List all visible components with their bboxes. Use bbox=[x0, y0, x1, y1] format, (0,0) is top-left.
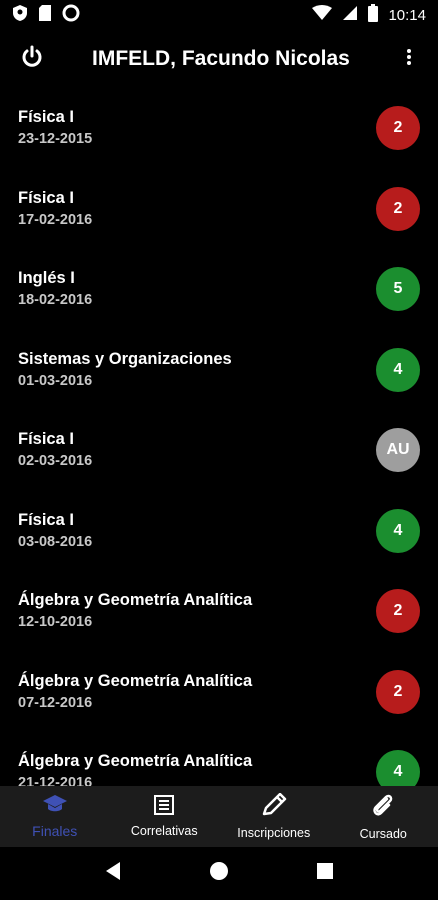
list-item[interactable]: Inglés I 18-02-2016 5 bbox=[0, 249, 438, 330]
tab-label: Finales bbox=[32, 823, 78, 839]
list-item[interactable]: Física I 02-03-2016 AU bbox=[0, 410, 438, 491]
exam-date: 03-08-2016 bbox=[18, 533, 93, 550]
list-item[interactable]: Álgebra y Geometría Analítica 07-12-2016… bbox=[0, 652, 438, 733]
list-item[interactable]: Física I 03-08-2016 4 bbox=[0, 491, 438, 572]
item-text: Inglés I 18-02-2016 bbox=[18, 267, 92, 311]
cell-signal-icon bbox=[342, 5, 358, 26]
exam-date: 17-02-2016 bbox=[18, 211, 93, 228]
pencil-icon bbox=[261, 792, 287, 822]
back-triangle-icon bbox=[104, 862, 122, 885]
home-button[interactable] bbox=[209, 861, 229, 886]
exam-date: 01-03-2016 bbox=[18, 372, 93, 389]
subject-name: Álgebra y Geometría Analítica bbox=[18, 752, 253, 771]
subject-name: Sistemas y Organizaciones bbox=[18, 349, 232, 368]
battery-icon bbox=[368, 3, 379, 27]
tab-correlativas[interactable]: Correlativas bbox=[110, 786, 220, 847]
item-text: Física I 23-12-2015 bbox=[18, 106, 92, 150]
bottom-navigation: Finales Correlativas Inscripciones Cursa… bbox=[0, 786, 438, 847]
subject-name: Física I bbox=[18, 108, 74, 127]
paperclip-icon bbox=[371, 792, 395, 823]
subject-name: Álgebra y Geometría Analítica bbox=[18, 591, 253, 610]
graduation-cap-icon bbox=[42, 794, 68, 819]
grade-badge: 2 bbox=[376, 186, 420, 231]
list-table-icon bbox=[154, 795, 175, 820]
tab-inscripciones[interactable]: Inscripciones bbox=[219, 786, 329, 847]
app-bar: IMFELD, Facundo Nicolas bbox=[0, 30, 438, 88]
status-time: 10:14 bbox=[388, 6, 426, 24]
recents-button[interactable] bbox=[316, 862, 334, 885]
exam-date: 18-02-2016 bbox=[18, 292, 93, 309]
item-text: Álgebra y Geometría Analítica 12-10-2016 bbox=[18, 589, 252, 633]
logout-button[interactable] bbox=[12, 39, 52, 79]
grade-badge: 5 bbox=[376, 267, 420, 312]
sd-card-icon bbox=[38, 4, 52, 27]
overflow-menu-button[interactable] bbox=[394, 39, 424, 79]
grade-badge: AU bbox=[376, 428, 420, 473]
recents-square-icon bbox=[316, 863, 334, 884]
grade-badge: 2 bbox=[376, 106, 420, 151]
shield-icon bbox=[12, 4, 28, 27]
exam-date: 12-10-2016 bbox=[18, 614, 93, 631]
sync-circle-icon bbox=[62, 4, 80, 27]
list-item[interactable]: Álgebra y Geometría Analítica 12-10-2016… bbox=[0, 571, 438, 652]
wifi-icon bbox=[312, 4, 333, 26]
exam-date: 02-03-2016 bbox=[18, 453, 93, 470]
subject-name: Física I bbox=[18, 188, 74, 207]
subject-name: Inglés I bbox=[18, 269, 75, 288]
item-text: Física I 03-08-2016 bbox=[18, 509, 92, 553]
grade-badge: 2 bbox=[376, 589, 420, 634]
subject-name: Física I bbox=[18, 510, 74, 529]
item-text: Física I 17-02-2016 bbox=[18, 187, 92, 231]
tab-cursado[interactable]: Cursado bbox=[329, 786, 438, 847]
exam-date: 21-12-2016 bbox=[18, 775, 93, 786]
status-bar: 10:14 bbox=[0, 0, 438, 30]
grade-badge: 4 bbox=[376, 750, 420, 786]
system-navigation-bar bbox=[0, 847, 438, 900]
tab-label: Inscripciones bbox=[237, 826, 311, 840]
tab-label: Cursado bbox=[359, 827, 407, 841]
grade-badge: 4 bbox=[376, 508, 420, 553]
subject-name: Física I bbox=[18, 430, 74, 449]
item-text: Sistemas y Organizaciones 01-03-2016 bbox=[18, 348, 232, 392]
page-title: IMFELD, Facundo Nicolas bbox=[92, 47, 350, 70]
status-right-icons: 10:14 bbox=[312, 3, 426, 27]
finals-list[interactable]: Física I 23-12-2015 2 Física I 17-02-201… bbox=[0, 88, 438, 786]
exam-date: 23-12-2015 bbox=[18, 131, 93, 148]
power-icon bbox=[20, 45, 44, 74]
back-button[interactable] bbox=[104, 861, 122, 886]
item-text: Álgebra y Geometría Analítica 21-12-2016 bbox=[18, 750, 252, 786]
home-circle-icon bbox=[209, 862, 229, 885]
exam-date: 07-12-2016 bbox=[18, 694, 93, 711]
list-item[interactable]: Álgebra y Geometría Analítica 21-12-2016… bbox=[0, 732, 438, 786]
more-vertical-icon bbox=[406, 48, 412, 70]
list-item[interactable]: Física I 23-12-2015 2 bbox=[0, 88, 438, 169]
item-text: Física I 02-03-2016 bbox=[18, 428, 92, 472]
grade-badge: 2 bbox=[376, 669, 420, 714]
tab-finales[interactable]: Finales bbox=[0, 786, 110, 847]
subject-name: Álgebra y Geometría Analítica bbox=[18, 671, 253, 690]
status-left-icons bbox=[12, 4, 80, 27]
tab-label: Correlativas bbox=[130, 824, 198, 838]
grade-badge: 4 bbox=[376, 347, 420, 392]
item-text: Álgebra y Geometría Analítica 07-12-2016 bbox=[18, 670, 252, 714]
list-item[interactable]: Física I 17-02-2016 2 bbox=[0, 169, 438, 250]
list-item[interactable]: Sistemas y Organizaciones 01-03-2016 4 bbox=[0, 330, 438, 411]
